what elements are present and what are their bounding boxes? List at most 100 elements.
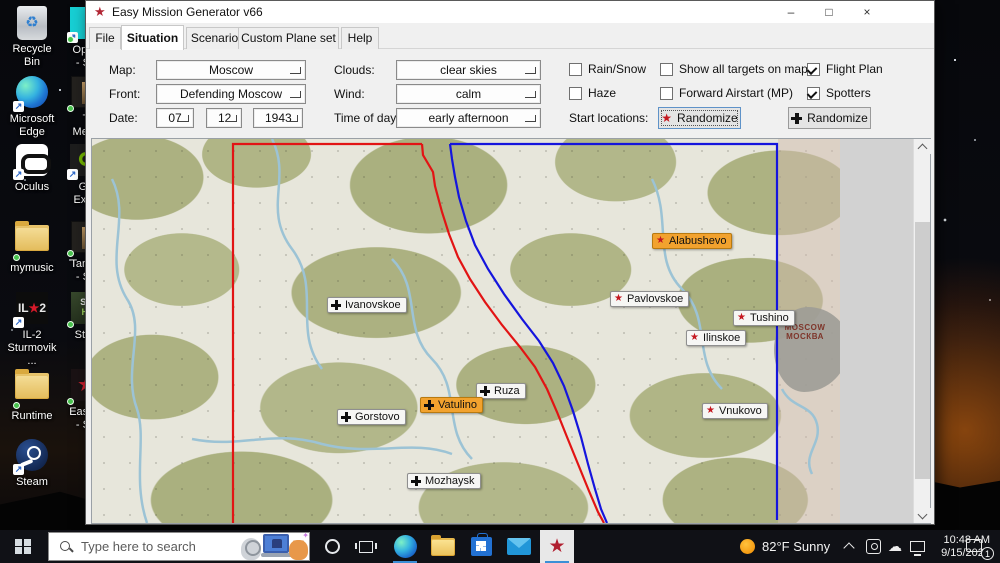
scroll-up-arrow-icon[interactable] xyxy=(914,139,931,154)
search-icon xyxy=(59,540,73,554)
tab-file[interactable]: File xyxy=(89,27,121,49)
map-location-alabushevo[interactable]: ★ Alabushevo xyxy=(652,233,733,249)
easy-mission-generator-window: ★ Easy Mission Generator v66 – □ × File S… xyxy=(85,0,935,525)
dropdown-arrow-icon xyxy=(525,91,536,98)
desktop-icon-mymusic-folder[interactable]: mymusic xyxy=(6,220,58,275)
black-cross-icon xyxy=(411,476,421,486)
scrollbar-thumb[interactable] xyxy=(915,222,930,479)
date-month-select[interactable]: 12 xyxy=(206,108,242,128)
windows-logo-icon xyxy=(15,538,31,555)
location-name: Vatulino xyxy=(438,399,477,411)
maximize-button[interactable]: □ xyxy=(812,1,846,23)
taskbar-emg-button-active[interactable]: ★ xyxy=(540,530,574,563)
unchecked-checkbox-icon[interactable] xyxy=(660,86,673,100)
unchecked-checkbox-icon[interactable] xyxy=(569,86,582,100)
desktop-icon-label: Recycle Bin xyxy=(12,43,52,68)
map-location-gorstovo[interactable]: Gorstovo xyxy=(337,409,406,425)
mission-map[interactable]: MOSCOW МОСКВА ★ Alabushevo ★ Pavlovskoe ★ Tus… xyxy=(92,139,840,523)
date-day-select[interactable]: 07 xyxy=(156,108,194,128)
tab-situation[interactable]: Situation xyxy=(121,25,184,50)
dropdown-arrow-icon xyxy=(287,115,298,122)
notification-center-button[interactable]: 1 xyxy=(958,530,996,563)
map-location-mozhaysk[interactable]: Mozhaysk xyxy=(407,473,481,489)
task-view-icon xyxy=(355,540,377,553)
sun-icon xyxy=(740,539,755,554)
taskbar-store-button[interactable] xyxy=(464,530,498,563)
tray-network-button[interactable] xyxy=(910,530,925,563)
river-line xyxy=(191,437,453,456)
map-location-tushino[interactable]: ★ Tushino xyxy=(733,310,795,326)
checkbox-flight-plan[interactable]: Flight Plan xyxy=(807,61,883,77)
desktop-icon-il2-sturmovik[interactable]: IL★2 ↗ IL-2 Sturmovik ... xyxy=(6,291,58,368)
checkbox-rain-snow[interactable]: Rain/Snow xyxy=(569,61,646,77)
unchecked-checkbox-icon[interactable] xyxy=(660,62,673,76)
map-location-ruza[interactable]: Ruza xyxy=(476,383,526,399)
desktop-icon-runtime-folder[interactable]: Runtime xyxy=(6,368,58,423)
sync-status-dot-icon xyxy=(13,254,20,261)
front-line-axis-border xyxy=(231,142,422,523)
time-of-day-label: Time of day: xyxy=(334,111,400,125)
map-vertical-scrollbar[interactable] xyxy=(913,139,931,523)
location-name: Ivanovskoe xyxy=(345,299,401,311)
microsoft-store-icon xyxy=(470,533,492,556)
desktop-icon-label: mymusic xyxy=(10,262,54,274)
task-view-button[interactable] xyxy=(350,530,382,563)
notification-icon xyxy=(966,539,982,552)
clouds-select[interactable]: clear skies xyxy=(396,60,541,80)
window-titlebar[interactable]: ★ Easy Mission Generator v66 – □ × xyxy=(86,1,934,23)
file-explorer-icon xyxy=(431,534,455,556)
tray-onedrive-button[interactable]: ☁ xyxy=(888,530,902,563)
river-line xyxy=(650,178,723,390)
dropdown-arrow-icon xyxy=(525,67,536,74)
desktop-icon-microsoft-edge[interactable]: ↗ Microsoft Edge xyxy=(6,75,58,139)
desktop-icon-oculus[interactable]: ↗ Oculus xyxy=(6,143,58,194)
map-location-ilinskoe[interactable]: ★ Ilinskoe xyxy=(686,330,747,346)
cortana-button[interactable] xyxy=(315,530,349,563)
close-button[interactable]: × xyxy=(850,1,884,23)
minimize-button[interactable]: – xyxy=(774,1,808,23)
randomize-allied-button[interactable]: ★ Randomize xyxy=(658,107,741,129)
tray-overflow-button[interactable] xyxy=(843,530,855,563)
taskbar: Type here to search ✦ ★ 82°F Sunny ☁ 10:… xyxy=(0,530,1000,563)
time-of-day-select[interactable]: early afternoon xyxy=(396,108,541,128)
map-location-vatulino[interactable]: Vatulino xyxy=(420,397,483,413)
unchecked-checkbox-icon[interactable] xyxy=(569,62,582,76)
weather-widget[interactable]: 82°F Sunny xyxy=(740,530,830,563)
checkbox-forward-airstart-mp-[interactable]: Forward Airstart (MP) xyxy=(660,85,793,101)
checked-checkbox-icon[interactable] xyxy=(807,86,820,100)
map-location-vnukovo[interactable]: ★ Vnukovo xyxy=(702,403,768,419)
cortana-icon xyxy=(324,539,340,554)
map-select[interactable]: Moscow xyxy=(156,60,306,80)
front-select[interactable]: Defending Moscow xyxy=(156,84,306,104)
checkbox-show-all-targets-on-map[interactable]: Show all targets on map xyxy=(660,61,808,77)
dropdown-arrow-icon xyxy=(226,115,237,122)
desktop-icon-steam[interactable]: ↗ Steam xyxy=(6,438,58,489)
checkbox-spotters[interactable]: Spotters xyxy=(807,85,871,101)
scroll-down-arrow-icon[interactable] xyxy=(914,508,931,523)
front-line-soviet-front-curve xyxy=(448,143,609,523)
map-location-ivanovskoe[interactable]: Ivanovskoe xyxy=(327,297,407,313)
map-location-pavlovskoe[interactable]: ★ Pavlovskoe xyxy=(610,291,690,307)
location-name: Mozhaysk xyxy=(425,475,475,487)
tray-teams-button[interactable] xyxy=(866,530,881,563)
search-placeholder: Type here to search xyxy=(81,539,196,554)
taskbar-mail-button[interactable] xyxy=(502,530,536,563)
folder-icon xyxy=(15,221,49,251)
taskbar-explorer-button[interactable] xyxy=(426,530,460,563)
randomize-axis-button[interactable]: Randomize xyxy=(788,107,871,129)
checkbox-label: Show all targets on map xyxy=(679,62,808,76)
checked-checkbox-icon[interactable] xyxy=(807,62,820,76)
taskbar-edge-button[interactable] xyxy=(388,530,422,563)
tab-custom-plane-set[interactable]: Custom Plane set xyxy=(238,27,339,49)
tab-scenario[interactable]: Scenario xyxy=(186,27,243,49)
tab-help[interactable]: Help xyxy=(341,27,379,49)
notification-badge: 1 xyxy=(981,547,994,560)
date-year-select[interactable]: 1943 xyxy=(253,108,303,128)
taskbar-search-input[interactable]: Type here to search ✦ xyxy=(48,531,310,561)
wind-select[interactable]: calm xyxy=(396,84,541,104)
sync-status-dot-icon xyxy=(67,321,74,328)
checkbox-haze[interactable]: Haze xyxy=(569,85,616,101)
start-button[interactable] xyxy=(0,530,46,563)
location-name: Gorstovo xyxy=(355,411,400,423)
desktop-icon-recycle-bin[interactable]: ♻ Recycle Bin xyxy=(6,6,58,69)
